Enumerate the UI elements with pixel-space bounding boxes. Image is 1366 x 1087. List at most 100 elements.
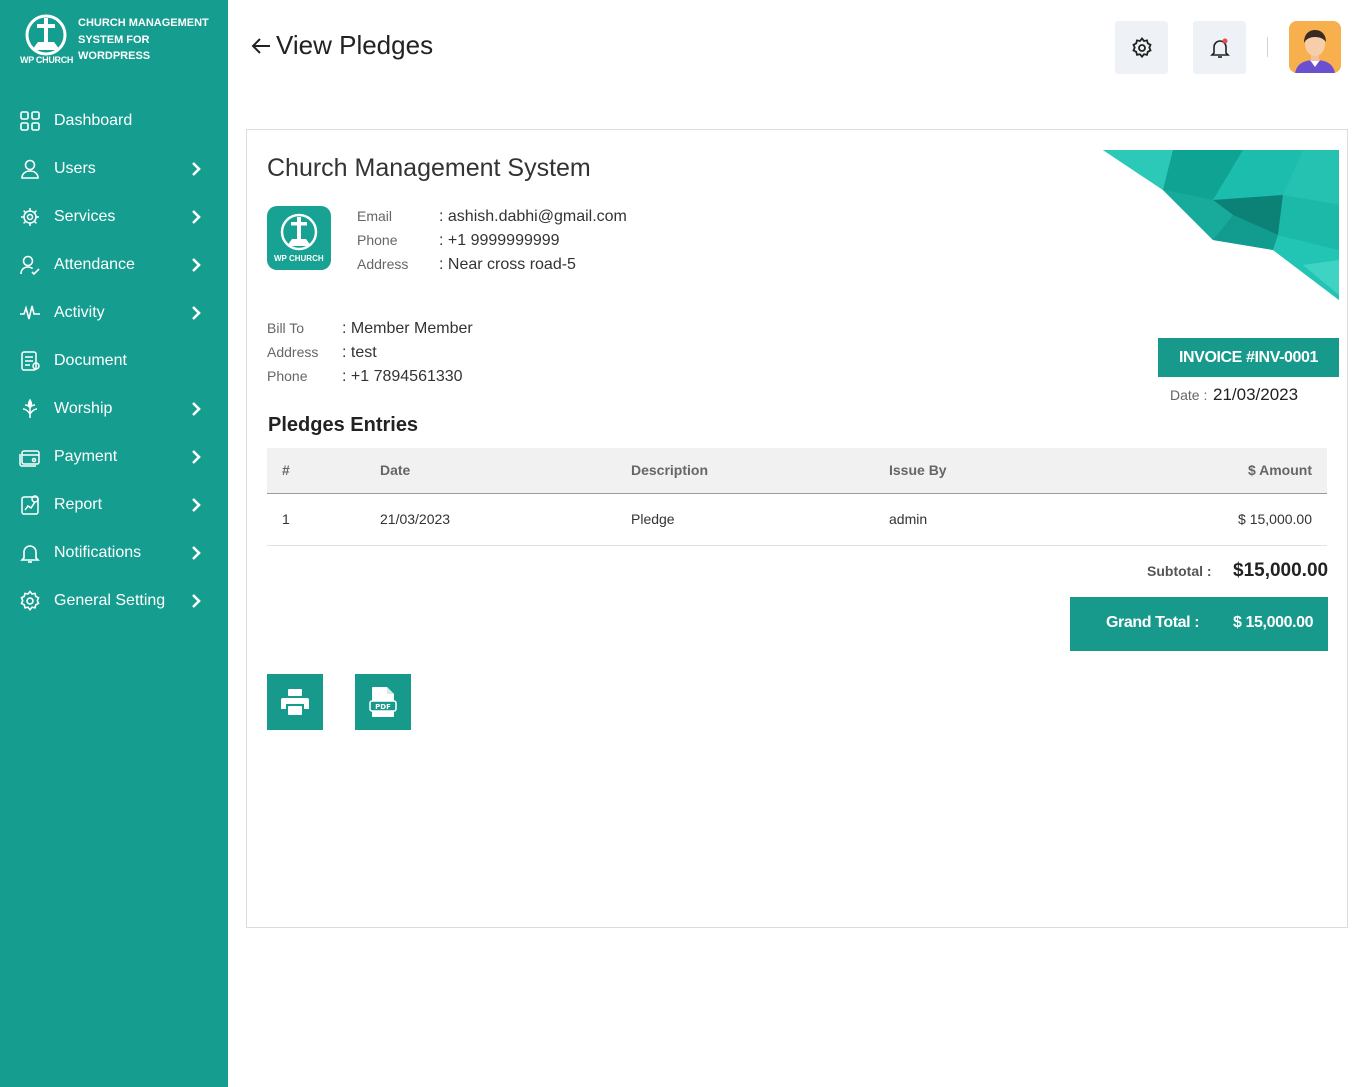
invoice-card: Church Management System WP CHURCH Email… <box>246 129 1348 928</box>
attendance-icon <box>20 255 40 276</box>
sidebar-item-report[interactable]: Report <box>0 482 228 530</box>
brand-line: WORDPRESS <box>78 50 151 62</box>
bill-address-value: : test <box>342 344 377 361</box>
chevron-right-icon <box>192 498 201 512</box>
column-header: $ Amount <box>1247 462 1312 478</box>
bell-icon <box>1209 38 1230 58</box>
sidebar-item-label: Worship <box>54 400 113 417</box>
sidebar-item-attendance[interactable]: Attendance <box>0 242 228 290</box>
report-icon <box>21 495 39 515</box>
gear-icon <box>1131 36 1152 58</box>
bell-icon <box>20 545 40 563</box>
column-header: Description <box>631 462 709 478</box>
sidebar-nav: Dashboard Users Services Attendance Acti… <box>0 98 228 626</box>
decorative-polygon-art <box>1103 150 1339 300</box>
sidebar-item-worship[interactable]: Worship <box>0 386 228 434</box>
pdf-download-button[interactable]: PDF <box>355 674 411 730</box>
pledges-table: # Date Description Issue By $ Amount 1 2… <box>267 448 1327 546</box>
brand-line: SYSTEM FOR <box>78 33 150 46</box>
payment-icon <box>19 450 40 467</box>
sidebar-item-label: Payment <box>54 448 118 465</box>
bill-address-label: Address <box>267 344 319 360</box>
sidebar-item-label: Attendance <box>54 256 135 273</box>
bill-to-value: : Member Member <box>342 320 473 337</box>
brand[interactable]: WP CHURCH CHURCH MANAGEMENT SYSTEM FOR W… <box>18 12 218 72</box>
column-header: Issue By <box>889 462 947 478</box>
sidebar-item-general-setting[interactable]: General Setting <box>0 578 228 626</box>
table-cell: 21/03/2023 <box>380 511 451 527</box>
email-label: Email <box>357 208 393 224</box>
table-cell: admin <box>889 511 928 527</box>
address-label: Address <box>357 256 409 272</box>
worship-icon <box>22 398 38 418</box>
sidebar-item-label: Document <box>54 352 127 369</box>
org-logo: WP CHURCH <box>267 206 331 270</box>
print-button[interactable] <box>267 674 323 730</box>
chevron-right-icon <box>192 402 201 416</box>
table-cell: Pledge <box>631 511 675 527</box>
sidebar-item-users[interactable]: Users <box>0 146 228 194</box>
chevron-right-icon <box>192 162 201 176</box>
grand-total-value: $ 15,000.00 <box>1233 614 1314 631</box>
sidebar-item-label: Activity <box>54 304 105 321</box>
avatar[interactable] <box>1289 21 1341 73</box>
church-logo-icon <box>280 213 318 251</box>
grand-total-box: Grand Total : $ 15,000.00 <box>1070 597 1328 651</box>
grand-total-label: Grand Total : <box>1106 614 1200 631</box>
pdf-file-icon: PDF <box>369 687 397 717</box>
gear-icon <box>20 590 40 611</box>
back-arrow-icon[interactable] <box>250 35 272 57</box>
page-header: View Pledges <box>250 30 433 61</box>
sidebar-item-document[interactable]: Document <box>0 338 228 386</box>
sidebar: WP CHURCH CHURCH MANAGEMENT SYSTEM FOR W… <box>0 0 228 1087</box>
brand-title: CHURCH MANAGEMENT SYSTEM FOR WORDPRESS <box>78 15 218 65</box>
invoice-date-label: Date : <box>1170 387 1208 403</box>
settings-button[interactable] <box>1115 21 1168 74</box>
subtotal-label: Subtotal : <box>1147 563 1212 579</box>
sidebar-item-label: Report <box>54 496 103 513</box>
table-header: # Date Description Issue By $ Amount <box>267 448 1327 494</box>
column-header: # <box>282 462 290 478</box>
sidebar-item-dashboard[interactable]: Dashboard <box>0 98 228 146</box>
phone-label: Phone <box>357 232 398 248</box>
notifications-button[interactable] <box>1193 21 1246 74</box>
email-value: : ashish.dabhi@gmail.com <box>439 208 627 225</box>
chevron-right-icon <box>192 450 201 464</box>
table-cell: $ 15,000.00 <box>1238 511 1312 527</box>
activity-icon <box>20 305 40 320</box>
document-icon <box>21 351 40 371</box>
chevron-right-icon <box>192 546 201 560</box>
table-cell: 1 <box>282 511 290 527</box>
bill-to-label: Bill To <box>267 320 305 336</box>
address-value: : Near cross road-5 <box>439 256 576 273</box>
chevron-right-icon <box>192 594 201 608</box>
chevron-right-icon <box>192 306 201 320</box>
user-icon <box>21 159 39 179</box>
sidebar-item-services[interactable]: Services <box>0 194 228 242</box>
sidebar-item-label: Users <box>54 160 96 177</box>
sidebar-item-label: Notifications <box>54 544 142 561</box>
sidebar-item-notifications[interactable]: Notifications <box>0 530 228 578</box>
sidebar-item-label: General Setting <box>54 592 166 609</box>
chevron-right-icon <box>192 210 201 224</box>
section-title: Pledges Entries <box>268 414 419 436</box>
svg-text:PDF: PDF <box>375 703 391 711</box>
column-header: Date <box>380 462 411 478</box>
table-row: 1 21/03/2023 Pledge admin $ 15,000.00 <box>267 494 1327 546</box>
sidebar-item-activity[interactable]: Activity <box>0 290 228 338</box>
invoice-date-value: 21/03/2023 <box>1213 385 1299 404</box>
org-logo-text: WP CHURCH <box>274 254 324 263</box>
dashboard-icon <box>20 111 40 131</box>
brand-line: CHURCH MANAGEMENT <box>78 17 209 29</box>
chevron-right-icon <box>192 258 201 272</box>
sidebar-item-payment[interactable]: Payment <box>0 434 228 482</box>
user-avatar-icon <box>1289 21 1341 73</box>
sidebar-item-label: Services <box>54 208 116 225</box>
services-icon <box>21 208 39 226</box>
invoice-number-badge: INVOICE #INV-0001 <box>1158 338 1339 377</box>
bill-phone-value: : +1 7894561330 <box>342 368 463 385</box>
sidebar-item-label: Dashboard <box>54 112 133 129</box>
brand-logo-text: WP CHURCH <box>20 55 74 65</box>
bill-phone-label: Phone <box>267 368 308 384</box>
org-name: Church Management System <box>267 154 591 182</box>
